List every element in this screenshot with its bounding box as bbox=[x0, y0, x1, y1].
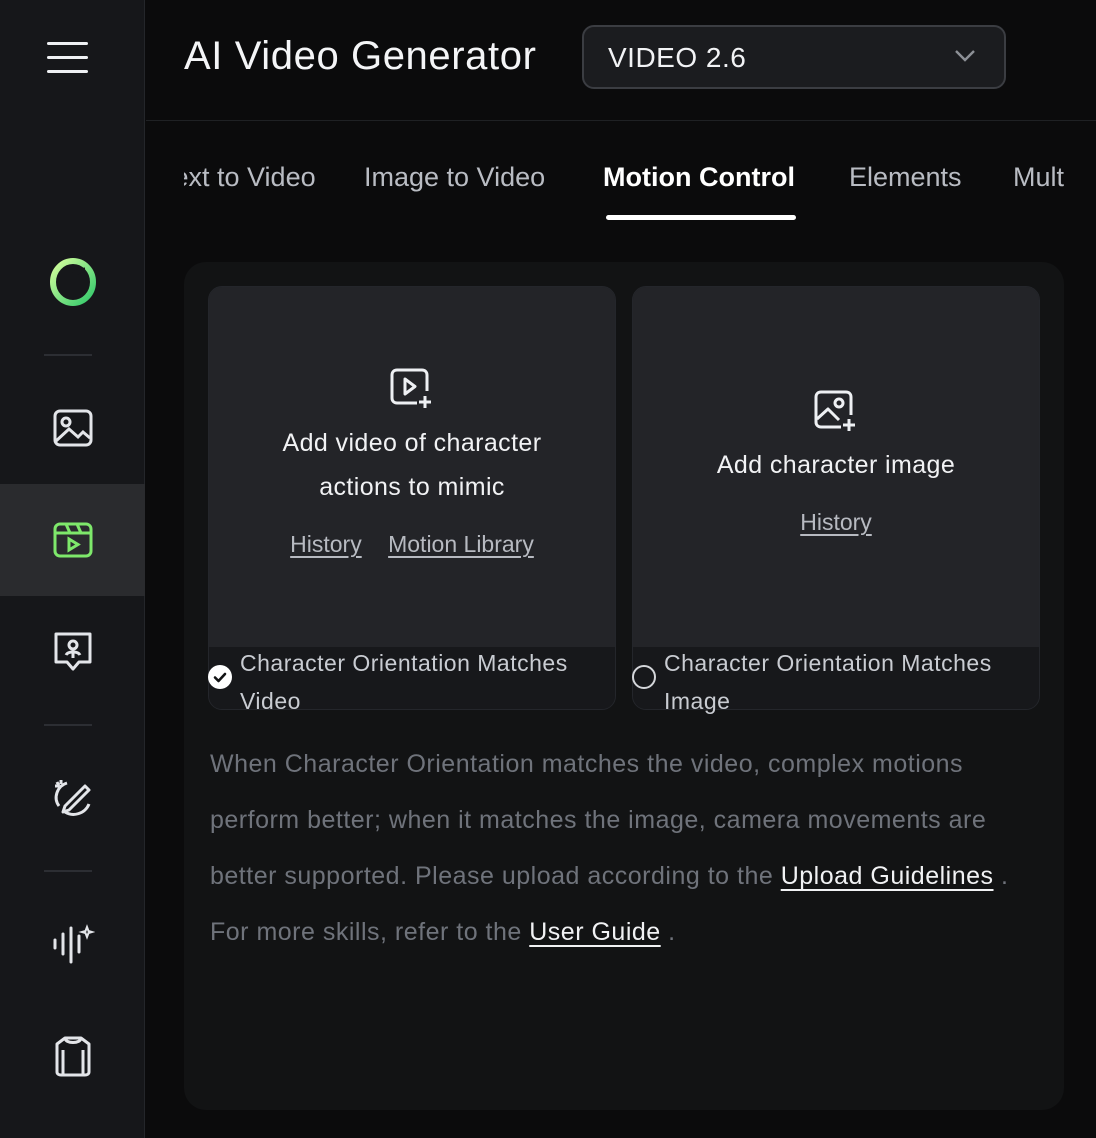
video-upload-dropzone[interactable]: Add video of character actions to mimic … bbox=[209, 287, 615, 647]
orientation-option-video-label: Character Orientation Matches Video bbox=[240, 650, 568, 714]
video-upload-label-line1: Add video of character bbox=[282, 429, 542, 457]
radio-checked-icon bbox=[208, 665, 232, 689]
sidebar-item-video[interactable] bbox=[0, 484, 145, 596]
image-upload-label: Add character image bbox=[716, 451, 956, 479]
image-icon bbox=[53, 409, 92, 447]
shirt-icon bbox=[55, 1036, 90, 1077]
tab-multi[interactable]: Multi bbox=[1013, 162, 1064, 193]
active-tab-indicator bbox=[606, 215, 796, 220]
sidebar bbox=[0, 0, 145, 1138]
motion-library-link[interactable]: Motion Library bbox=[388, 531, 534, 557]
sidebar-divider bbox=[44, 724, 92, 726]
video-add-icon bbox=[390, 368, 431, 408]
tab-motion-control[interactable]: Motion Control bbox=[603, 162, 795, 193]
tab-bar: Text to Video Image to Video Motion Cont… bbox=[184, 150, 1064, 230]
tab-text-to-video[interactable]: Text to Video bbox=[184, 162, 316, 193]
orientation-option-video[interactable]: Character Orientation Matches Video bbox=[208, 644, 616, 714]
sidebar-divider bbox=[44, 870, 92, 872]
image-history-link[interactable]: History bbox=[800, 509, 872, 535]
sidebar-divider bbox=[44, 354, 92, 356]
sidebar-item-image[interactable] bbox=[0, 372, 145, 484]
upload-guidelines-link[interactable]: Upload Guidelines bbox=[781, 862, 994, 890]
menu-icon[interactable] bbox=[47, 40, 89, 74]
image-upload-dropzone[interactable]: Add character image History bbox=[633, 287, 1039, 647]
header: AI Video Generator VIDEO 2.6 bbox=[146, 0, 1096, 121]
avatar-icon bbox=[54, 632, 91, 671]
radio-unchecked-icon bbox=[632, 665, 656, 689]
orientation-option-image[interactable]: Character Orientation Matches Image bbox=[632, 644, 1040, 714]
user-guide-link[interactable]: User Guide bbox=[529, 918, 660, 946]
tab-image-to-video[interactable]: Image to Video bbox=[364, 162, 545, 193]
app: AI Video Generator VIDEO 2.6 Text to Vid… bbox=[0, 0, 1096, 1138]
sidebar-item-edit[interactable] bbox=[0, 742, 145, 854]
sidebar-item-audio[interactable] bbox=[0, 888, 145, 1000]
edit-icon bbox=[54, 780, 90, 816]
description-text: . bbox=[660, 918, 676, 946]
video-upload-links: History Motion Library bbox=[209, 531, 615, 558]
tab-elements[interactable]: Elements bbox=[849, 162, 962, 193]
sidebar-item-avatar[interactable] bbox=[0, 596, 145, 708]
motion-control-panel: Add video of character actions to mimic … bbox=[184, 262, 1064, 1110]
logo-icon[interactable] bbox=[0, 226, 145, 338]
video-history-link[interactable]: History bbox=[290, 531, 362, 557]
orientation-description: When Character Orientation matches the v… bbox=[210, 736, 1050, 960]
chevron-down-icon bbox=[955, 50, 975, 62]
video-icon bbox=[53, 522, 92, 558]
video-upload-label-line2: actions to mimic bbox=[319, 473, 505, 501]
image-upload-links: History bbox=[633, 509, 1039, 536]
model-select-value: VIDEO 2.6 bbox=[608, 42, 747, 73]
orientation-option-image-label: Character Orientation Matches Image bbox=[664, 650, 992, 714]
page-title: AI Video Generator bbox=[184, 34, 537, 78]
image-add-icon bbox=[814, 390, 855, 431]
audio-icon bbox=[53, 924, 95, 964]
sidebar-item-shirt[interactable] bbox=[0, 1000, 145, 1112]
model-select[interactable]: VIDEO 2.6 bbox=[582, 25, 1006, 89]
